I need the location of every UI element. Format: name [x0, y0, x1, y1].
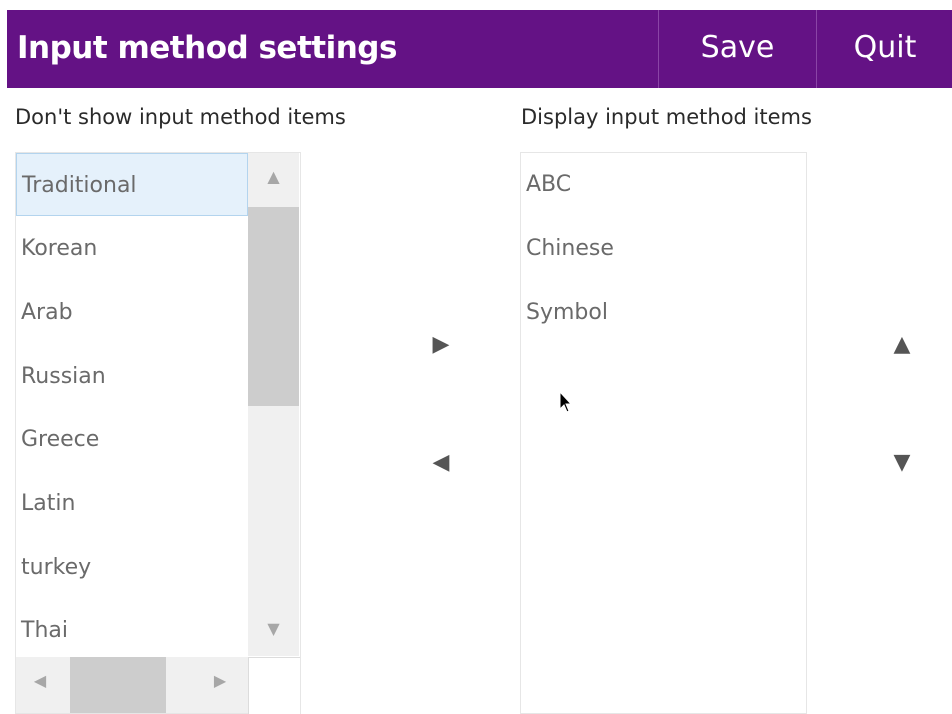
list-item[interactable]: ABC — [521, 153, 805, 216]
list-item[interactable]: Latin — [16, 472, 248, 535]
scrollbar-corner — [248, 657, 300, 714]
scroll-left-icon[interactable]: ◀ — [30, 671, 50, 690]
scroll-down-icon[interactable]: ▼ — [248, 619, 299, 638]
top-strip — [0, 0, 952, 10]
displayed-items-list[interactable]: ABC Chinese Symbol — [520, 152, 807, 714]
scroll-right-icon[interactable]: ▶ — [210, 671, 230, 690]
scroll-up-icon[interactable]: ▲ — [248, 167, 299, 186]
hidden-items-label: Don't show input method items — [15, 105, 346, 129]
list-item[interactable]: Traditional — [16, 153, 248, 216]
list-item[interactable]: Greece — [16, 408, 248, 471]
list-item[interactable]: Thai — [16, 599, 248, 662]
vertical-scrollbar[interactable]: ▲ ▼ — [248, 153, 299, 656]
horizontal-scrollbar[interactable]: ◀ ▶ — [16, 657, 248, 713]
quit-button[interactable]: Quit — [816, 10, 952, 88]
triangle-down-icon[interactable]: ▼ — [887, 448, 917, 478]
list-item[interactable]: Russian — [16, 345, 248, 408]
list-item[interactable]: turkey — [16, 536, 248, 599]
triangle-right-icon[interactable]: ▶ — [426, 330, 456, 360]
title-bar: Input method settings Save Quit — [7, 10, 952, 88]
list-item[interactable]: Chinese — [521, 217, 805, 280]
save-button[interactable]: Save — [658, 10, 816, 88]
horizontal-scroll-thumb[interactable] — [70, 657, 166, 713]
triangle-left-icon[interactable]: ◀ — [426, 448, 456, 478]
list-item[interactable]: Symbol — [521, 281, 805, 344]
page-title: Input method settings — [17, 30, 397, 66]
vertical-scroll-thumb[interactable] — [248, 207, 299, 406]
mouse-cursor-icon — [559, 390, 573, 413]
list-item[interactable]: Korean — [16, 217, 248, 280]
list-item[interactable]: Arab — [16, 281, 248, 344]
triangle-up-icon[interactable]: ▲ — [887, 330, 917, 360]
hidden-items-list[interactable]: Traditional Korean Arab Russian Greece L… — [15, 152, 301, 714]
displayed-items-label: Display input method items — [521, 105, 812, 129]
